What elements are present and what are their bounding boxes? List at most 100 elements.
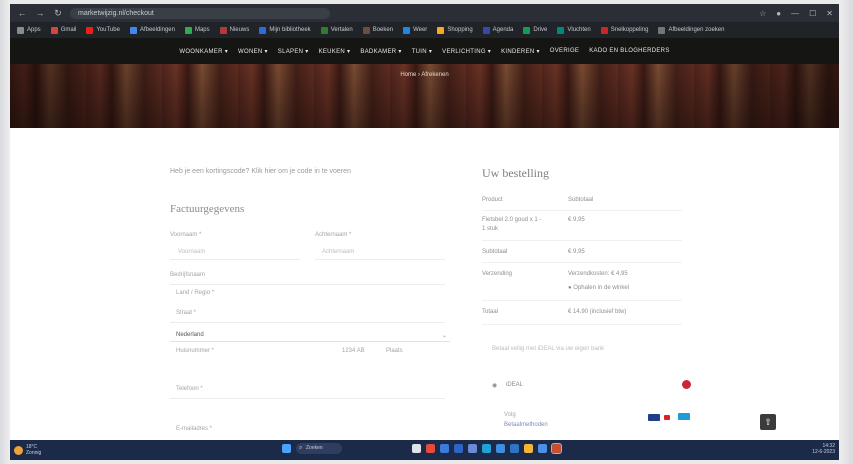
weather-widget[interactable]: 18°C Zonnig xyxy=(14,444,41,456)
office-icon[interactable] xyxy=(426,444,435,453)
bookmark-label: Maps xyxy=(194,27,210,33)
teams-icon[interactable] xyxy=(468,444,477,453)
chrome-icon[interactable] xyxy=(551,443,562,454)
nav-item[interactable]: WONEN ▾ xyxy=(238,48,268,55)
file-explorer-icon[interactable] xyxy=(524,444,533,453)
maximize-icon[interactable]: ☐ xyxy=(809,9,816,18)
bookmark-label: Boeken xyxy=(372,27,394,33)
order-divider xyxy=(482,262,682,263)
company-input[interactable] xyxy=(170,284,445,285)
last-name-label: Achternaam * xyxy=(315,232,352,238)
taskbar-spacer xyxy=(347,444,407,453)
scroll-to-top-button[interactable]: ⇧ xyxy=(760,414,776,430)
postcode-input[interactable]: 1234 AB xyxy=(342,348,365,354)
bookmark-favicon-icon xyxy=(17,26,24,34)
nav-item[interactable]: KADO EN BLOGHERDERS xyxy=(589,48,669,54)
bookmark-item[interactable]: Weer xyxy=(400,26,430,34)
bookmark-label: Mijn bibliotheek xyxy=(269,27,311,33)
sun-icon xyxy=(14,445,23,455)
nav-item[interactable]: KEUKEN ▾ xyxy=(319,48,351,55)
task-view-icon[interactable] xyxy=(412,444,421,453)
ideal-logo-icon xyxy=(682,380,691,389)
city-input[interactable]: Plaats xyxy=(386,348,403,354)
last-name-underline xyxy=(315,259,445,260)
bookmark-item[interactable]: Mijn bibliotheek xyxy=(256,26,313,34)
order-row-key: Fietsbel 2.0 goud x 1 - 1 stuk xyxy=(482,217,542,232)
order-row-key: Totaal xyxy=(482,309,499,315)
phone-input[interactable] xyxy=(170,398,445,399)
nav-item[interactable]: SLAPEN ▾ xyxy=(278,48,309,55)
country-select[interactable]: Nederland xyxy=(176,332,204,338)
taskbar-search-input[interactable]: Zoeken xyxy=(296,443,342,454)
coupon-notice[interactable]: Heb je een kortingscode? Klik hier om je… xyxy=(170,168,460,175)
bookmark-favicon-icon xyxy=(219,26,227,34)
bookmark-item[interactable]: Afbeeldingen zoeken xyxy=(655,26,727,34)
store-icon[interactable] xyxy=(496,444,505,453)
order-row-value: Subtotaal xyxy=(568,197,594,203)
nav-item[interactable]: KINDEREN ▾ xyxy=(501,48,540,55)
bookmark-item[interactable]: Drive xyxy=(520,26,550,34)
edge-icon[interactable] xyxy=(482,444,491,453)
bookmark-item[interactable]: Vertalen xyxy=(318,26,356,34)
bookmarks-bar: Apps Gmail YouTube Afbeeldingen Maps Nieuws Mi… xyxy=(10,22,839,38)
bookmark-favicon-icon xyxy=(557,26,565,34)
bookmark-item[interactable]: Gmail xyxy=(48,26,80,34)
address-input[interactable]: marketwijzig.nl/checkout xyxy=(70,7,330,19)
shipping-option-radio[interactable]: Verzendkosten: € 4,95 xyxy=(568,270,688,279)
profile-icon[interactable]: ● xyxy=(776,9,781,18)
bookmark-item[interactable]: YouTube xyxy=(83,26,123,34)
order-row-key: Verzending xyxy=(482,271,513,277)
minimize-icon[interactable]: — xyxy=(791,9,799,18)
payment-note: Betaal veilig met iDEAL via uw eigen ban… xyxy=(492,346,605,352)
bookmark-label: Shopping xyxy=(447,27,473,33)
system-tray-clock[interactable]: 14:32 12-6-2023 xyxy=(812,443,835,455)
nav-item[interactable]: TUIN ▾ xyxy=(412,48,432,55)
monitor-bezel-left xyxy=(0,0,10,464)
payment-option-label[interactable]: iDEAL xyxy=(506,382,523,388)
street-input[interactable] xyxy=(170,322,445,323)
extensions-icon[interactable]: ☆ xyxy=(759,9,766,18)
bookmark-favicon-icon xyxy=(437,26,445,34)
bookmark-item[interactable]: Shopping xyxy=(434,26,475,34)
street-label: Straat * xyxy=(176,310,197,316)
back-arrow-icon[interactable]: ← xyxy=(16,8,28,18)
footer-payment-methods[interactable]: Betaalmethoden xyxy=(504,422,548,428)
word-icon[interactable] xyxy=(454,444,463,453)
bookmark-favicon-icon xyxy=(184,26,192,34)
bookmark-item[interactable]: Apps xyxy=(14,26,44,34)
payment-option-radio[interactable]: ◉ xyxy=(492,382,497,389)
order-row-value: € 9,95 xyxy=(568,217,585,223)
nav-item[interactable]: VERLICHTING ▾ xyxy=(442,48,491,55)
start-windows-icon[interactable] xyxy=(282,444,291,453)
nav-item[interactable]: OVERIGE xyxy=(550,48,579,54)
chevron-down-icon[interactable]: ⌄ xyxy=(442,332,447,339)
mail-icon[interactable] xyxy=(440,444,449,453)
first-name-input[interactable]: Voornaam xyxy=(178,249,205,255)
reload-icon[interactable]: ↻ xyxy=(52,8,64,19)
pickup-option-radio[interactable]: ● Ophalen in de winkel xyxy=(568,284,688,293)
forward-arrow-icon[interactable]: → xyxy=(34,8,46,18)
bookmark-item[interactable]: Vluchten xyxy=(554,26,593,34)
bookmark-item[interactable]: Snelkoppeling xyxy=(598,26,652,34)
card-logo-icon xyxy=(648,414,660,421)
first-name-label: Voornaam * xyxy=(170,232,202,238)
bookmark-label: Afbeeldingen xyxy=(139,27,175,33)
bookmark-item[interactable]: Afbeeldingen xyxy=(127,26,178,34)
bookmark-item[interactable]: Agenda xyxy=(480,26,517,34)
last-name-input[interactable]: Achternaam xyxy=(322,249,354,255)
bookmark-label: Snelkoppeling xyxy=(610,27,649,33)
bookmark-favicon-icon xyxy=(259,26,267,34)
nav-item[interactable]: BADKAMER ▾ xyxy=(360,48,401,55)
weather-desc: Zonnig xyxy=(26,450,42,456)
outlook-icon[interactable] xyxy=(510,444,519,453)
mastercard-logo-icon xyxy=(664,415,670,420)
bookmark-item[interactable]: Boeken xyxy=(360,26,396,34)
weather-text: 18°C Zonnig xyxy=(26,444,41,456)
bookmark-label: Gmail xyxy=(60,27,77,33)
close-icon[interactable]: ✕ xyxy=(826,9,833,18)
bookmark-item[interactable]: Maps xyxy=(182,26,213,34)
nav-item[interactable]: WOONKAMER ▾ xyxy=(179,48,228,55)
bookmark-item[interactable]: Nieuws xyxy=(217,26,253,34)
photos-icon[interactable] xyxy=(538,444,547,453)
bookmark-label: Weer xyxy=(413,27,428,33)
